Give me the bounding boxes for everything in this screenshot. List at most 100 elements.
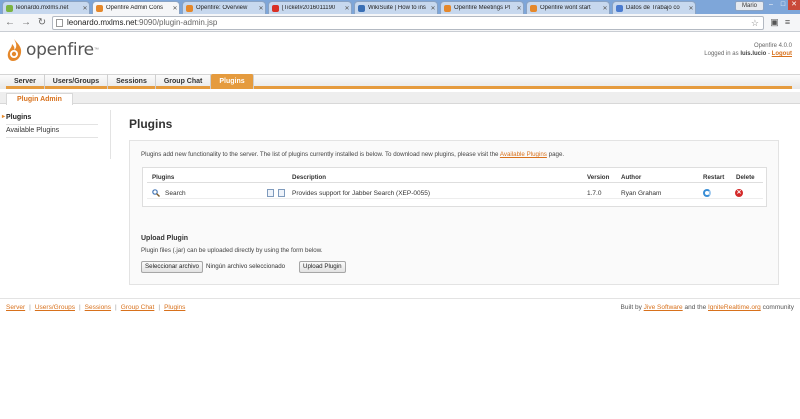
maximize-icon[interactable]: □ [778,0,788,10]
tab-title: Openfire Admin Cons [106,5,164,11]
tab-title: Openfire wont start [540,5,591,11]
header-user-info: Openfire 4.0.0 Logged in as luis.lucio -… [704,42,792,58]
footer-link-server[interactable]: Server [6,304,25,311]
community-text: community [762,304,794,311]
ignite-realtime-link[interactable]: IgniteRealtime.org [708,304,761,311]
close-icon[interactable]: ✕ [515,5,523,12]
browser-tab[interactable]: Openfire: Overview ✕ [182,1,266,14]
footer-divider [0,298,800,299]
openfire-favicon-icon [186,4,193,12]
separator: | [78,304,81,311]
browser-user-badge[interactable]: Mario [734,1,764,11]
header-description: Description [292,174,327,181]
built-by-text: Built by [620,304,642,311]
browser-tab-active[interactable]: Openfire Admin Cons ✕ [92,1,180,14]
openfire-favicon-icon [96,4,103,12]
and-the-text: and the [684,304,707,311]
restart-icon[interactable] [703,189,711,197]
logo-trademark: ™ [93,47,99,53]
nav-sessions[interactable]: Sessions [108,74,156,89]
choose-file-button[interactable]: Seleccionar archivo [141,261,203,273]
sidebar-item-label: Available Plugins [6,127,60,134]
footer-credits: Built by Jive Software and the IgniteRea… [621,304,794,311]
footer-link-users-groups[interactable]: Users/Groups [35,304,75,311]
version-text: Openfire 4.0.0 [753,43,792,49]
upload-title: Upload Plugin [141,235,189,242]
nav-plugins[interactable]: Plugins [211,74,254,89]
current-arrow-icon: ▸ [2,114,6,120]
tab-title: WikiSuite | How to ins [368,5,426,11]
forward-icon[interactable]: → [20,17,32,29]
extension-icon[interactable]: ▣ [769,17,780,28]
url-path: :9090/plugin-admin.jsp [136,18,218,27]
changelog-icon[interactable] [278,189,285,197]
header-version: Version [587,174,610,181]
plugins-table: Plugins Description Version Author Resta… [142,167,767,207]
browser-tab[interactable]: [Ticket#2016011190 ✕ [268,1,352,14]
close-icon[interactable]: ✕ [257,5,265,12]
available-plugins-link[interactable]: Available Plugins [500,151,547,158]
reload-icon[interactable]: ↻ [36,17,48,29]
subnav-plugin-admin[interactable]: Plugin Admin [6,93,73,105]
logged-in-prefix: Logged in as [704,51,739,57]
back-icon[interactable]: ← [4,17,16,29]
page-icon [56,19,63,27]
browser-tab[interactable]: leonardo.mxlms.net ✕ [2,1,90,14]
header-restart: Restart [703,174,725,181]
browser-tab[interactable]: Openfire wont start ✕ [526,1,610,14]
separator: | [29,304,31,311]
jive-software-link[interactable]: Jive Software [644,304,683,311]
username: luis.lucio [740,51,767,57]
address-bar[interactable]: leonardo.mxlms.net:9090/plugin-admin.jsp… [52,16,764,30]
sub-nav-background [0,92,800,104]
url-host: leonardo.mxlms.net [67,18,137,27]
browser-tab[interactable]: WikiSuite | How to ins ✕ [354,1,438,14]
tab-title: Openfire: Overview [196,5,248,11]
close-icon[interactable]: ✕ [601,5,609,12]
menu-icon[interactable]: ≡ [782,17,793,28]
nav-server[interactable]: Server [6,74,45,89]
header-delete: Delete [736,174,755,181]
footer-link-plugins[interactable]: Plugins [164,304,185,311]
logo-text: openfire [26,40,94,60]
browser-tab[interactable]: Openfire Meetings Pl ✕ [440,1,524,14]
logged-in-line: Logged in as luis.lucio - Logout [704,51,792,57]
close-icon[interactable]: ✕ [81,5,89,12]
footer-link-sessions[interactable]: Sessions [85,304,111,311]
close-icon[interactable]: ✕ [343,5,351,12]
openfire-flame-icon [7,39,22,61]
plugin-author: Ryan Graham [621,190,662,197]
search-icon [152,189,160,197]
sidebar-item-available-plugins[interactable]: Available Plugins [6,125,98,136]
close-icon[interactable]: ✕ [171,5,179,12]
readme-icon[interactable] [267,189,274,197]
nav-group-chat[interactable]: Group Chat [156,74,212,89]
openfire-logo[interactable]: openfire ™ [6,38,99,62]
browser-tab[interactable]: Datos de Trabajo co ✕ [612,1,696,14]
separator: | [158,304,161,311]
close-icon[interactable]: ✕ [429,5,437,12]
gmail-favicon-icon [272,4,279,12]
upload-description: Plugin files (.jar) can be uploaded dire… [141,247,323,254]
intro-after: page. [548,151,565,158]
browser-tab-strip: leonardo.mxlms.net ✕ Openfire Admin Cons… [0,0,800,14]
footer-link-group-chat[interactable]: Group Chat [121,304,155,311]
delete-icon[interactable]: ✕ [735,189,743,197]
table-header-row [147,172,763,183]
plugin-name: Search [165,190,186,197]
nav-users-groups[interactable]: Users/Groups [45,74,109,89]
tab-title: [Ticket#2016011190 [282,5,336,11]
sidebar-item-plugins[interactable]: ▸ Plugins [2,112,98,123]
minimize-icon[interactable]: – [766,0,776,10]
close-window-icon[interactable]: ✕ [788,0,800,10]
upload-plugin-button[interactable]: Upload Plugin [299,261,346,273]
site-favicon-icon [6,4,13,12]
bookmark-star-icon[interactable]: ☆ [751,17,759,29]
page-title: Plugins [129,117,173,131]
close-icon[interactable]: ✕ [687,5,695,12]
wiki-favicon-icon [358,4,365,12]
logout-link[interactable]: Logout [772,51,792,57]
openfire-favicon-icon [444,4,451,12]
footer-links: Server | Users/Groups | Sessions | Group Chat |… [6,304,185,311]
main-nav: Server Users/Groups Sessions Group Chat … [6,74,792,89]
